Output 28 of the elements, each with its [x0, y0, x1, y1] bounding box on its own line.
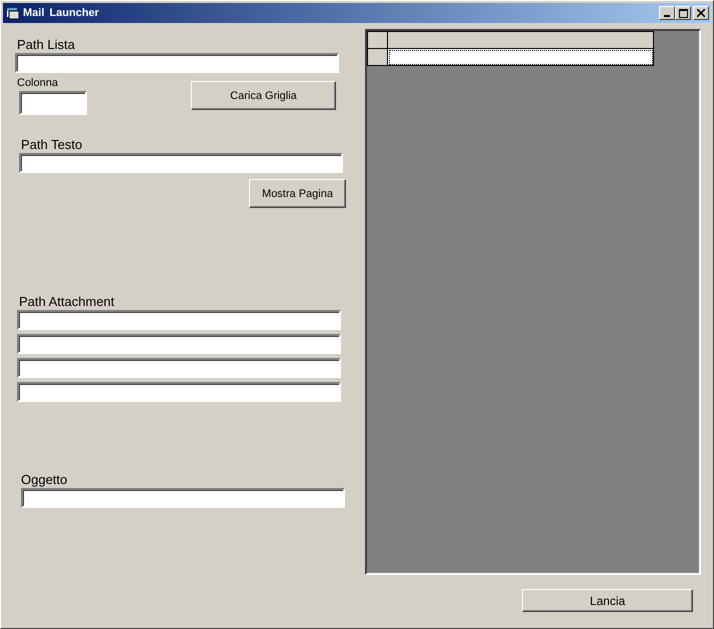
window-title: Mail Launcher [23, 7, 100, 19]
launch-button[interactable]: Lancia [522, 589, 693, 612]
maximize-icon [678, 8, 688, 18]
field-label: Path Lista [17, 37, 76, 53]
close-button[interactable] [693, 6, 709, 20]
data-grid[interactable] [365, 29, 701, 575]
input-field[interactable] [17, 382, 341, 402]
grid-corner [368, 32, 388, 48]
field-label: Path Testo [21, 137, 84, 153]
grid-cell[interactable] [388, 48, 654, 66]
field-label: Oggetto [21, 472, 68, 488]
input-field[interactable] [17, 310, 341, 330]
column-header[interactable] [388, 32, 654, 48]
input-field[interactable] [17, 358, 341, 378]
input-field[interactable] [19, 91, 87, 115]
field-label: Colonna [17, 76, 59, 91]
close-icon [697, 9, 705, 17]
maximize-button[interactable] [675, 6, 691, 20]
field-label: Path Attachment [19, 294, 116, 310]
minimize-button[interactable] [659, 6, 675, 20]
input-field[interactable] [15, 53, 339, 73]
row-header[interactable] [368, 48, 388, 66]
form-icon [7, 7, 19, 19]
input-field[interactable] [17, 334, 341, 354]
load-grid-button[interactable]: Carica Griglia [191, 81, 336, 110]
input-field[interactable] [19, 153, 343, 173]
input-field[interactable] [21, 488, 345, 508]
show-page-button[interactable]: Mostra Pagina [249, 179, 346, 208]
